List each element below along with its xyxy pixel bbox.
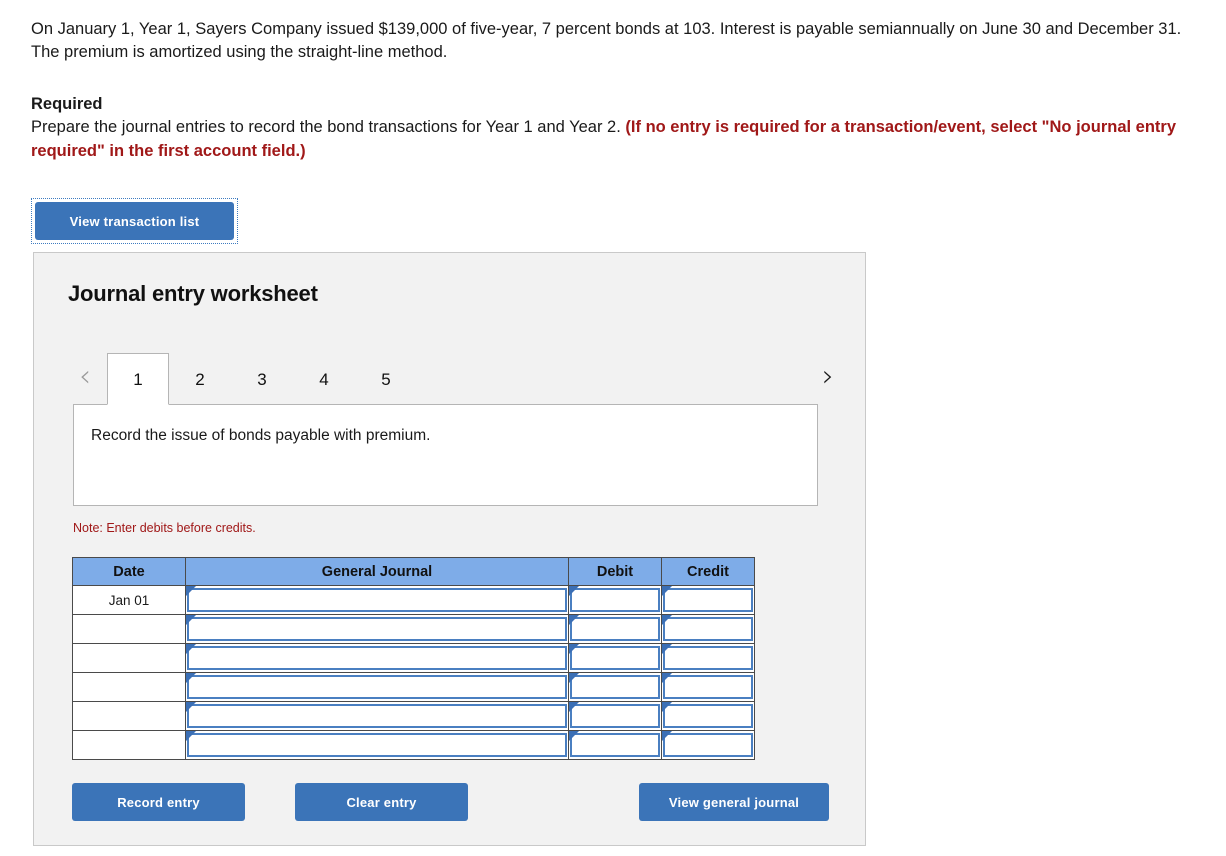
input-credit[interactable] [663,675,753,699]
table-row [72,643,755,673]
cell-general-journal[interactable] [185,672,569,702]
input-credit[interactable] [663,733,753,757]
input-general-journal[interactable] [187,617,567,641]
cell-picker-triangle-icon[interactable] [569,673,579,683]
view-transaction-list-button[interactable]: View transaction list [35,202,234,240]
cell-picker-triangle-icon[interactable] [186,586,196,596]
cell-picker-triangle-icon[interactable] [569,644,579,654]
required-heading: Required [31,95,103,113]
cell-debit[interactable] [568,672,662,702]
input-credit[interactable] [663,704,753,728]
cell-date[interactable]: Jan 01 [72,585,186,615]
column-header-date: Date [72,557,186,586]
debits-before-credits-note: Note: Enter debits before credits. [73,521,256,535]
worksheet-tab-5[interactable]: 5 [355,353,417,404]
cell-debit[interactable] [568,701,662,731]
cell-credit[interactable] [661,672,755,702]
input-debit[interactable] [570,646,660,670]
cell-debit[interactable] [568,614,662,644]
cell-picker-triangle-icon[interactable] [662,673,672,683]
table-row [72,701,755,731]
input-credit[interactable] [663,588,753,612]
cell-credit[interactable] [661,585,755,615]
input-debit[interactable] [570,675,660,699]
cell-picker-triangle-icon[interactable] [186,615,196,625]
input-credit[interactable] [663,646,753,670]
view-general-journal-button[interactable]: View general journal [639,783,829,821]
input-debit[interactable] [570,588,660,612]
cell-debit[interactable] [568,730,662,760]
journal-entry-table-body: Jan 01 [72,585,755,760]
cell-picker-triangle-icon[interactable] [569,615,579,625]
required-instruction: Prepare the journal entries to record th… [31,118,626,137]
journal-entry-table: Date General Journal Debit Credit Jan 01 [72,557,755,760]
entry-description-box: Record the issue of bonds payable with p… [73,404,818,506]
cell-picker-triangle-icon[interactable] [662,586,672,596]
table-header-row: Date General Journal Debit Credit [72,557,755,586]
cell-picker-triangle-icon[interactable] [186,644,196,654]
cell-debit[interactable] [568,585,662,615]
cell-picker-triangle-icon[interactable] [569,731,579,741]
cell-date[interactable] [72,672,186,702]
chevron-left-icon[interactable]: ‹ [72,360,98,394]
input-debit[interactable] [570,704,660,728]
input-general-journal[interactable] [187,646,567,670]
table-row: Jan 01 [72,585,755,615]
cell-date[interactable] [72,701,186,731]
cell-picker-triangle-icon[interactable] [186,702,196,712]
cell-debit[interactable] [568,643,662,673]
input-general-journal[interactable] [187,675,567,699]
worksheet-tab-4[interactable]: 4 [293,353,355,404]
cell-credit[interactable] [661,614,755,644]
cell-picker-triangle-icon[interactable] [662,731,672,741]
table-row [72,614,755,644]
problem-statement: On January 1, Year 1, Sayers Company iss… [31,20,1182,62]
input-credit[interactable] [663,617,753,641]
input-general-journal[interactable] [187,588,567,612]
cell-picker-triangle-icon[interactable] [662,615,672,625]
cell-picker-triangle-icon[interactable] [186,731,196,741]
cell-credit[interactable] [661,730,755,760]
clear-entry-button[interactable]: Clear entry [295,783,468,821]
entry-description-text: Record the issue of bonds payable with p… [91,427,431,444]
record-entry-button[interactable]: Record entry [72,783,245,821]
cell-picker-triangle-icon[interactable] [186,673,196,683]
input-debit[interactable] [570,733,660,757]
cell-picker-triangle-icon[interactable] [662,644,672,654]
cell-date[interactable] [72,730,186,760]
cell-general-journal[interactable] [185,585,569,615]
cell-general-journal[interactable] [185,701,569,731]
input-debit[interactable] [570,617,660,641]
column-header-general-journal: General Journal [185,557,569,586]
input-general-journal[interactable] [187,733,567,757]
worksheet-title: Journal entry worksheet [68,281,318,306]
cell-credit[interactable] [661,643,755,673]
cell-general-journal[interactable] [185,614,569,644]
journal-entry-worksheet-panel: Journal entry worksheet ‹ 12345 › Record… [33,252,866,846]
cell-picker-triangle-icon[interactable] [569,702,579,712]
input-general-journal[interactable] [187,704,567,728]
table-row [72,730,755,760]
cell-picker-triangle-icon[interactable] [569,586,579,596]
cell-date[interactable] [72,643,186,673]
cell-credit[interactable] [661,701,755,731]
chevron-right-icon[interactable]: › [815,360,841,394]
worksheet-tab-2[interactable]: 2 [169,353,231,404]
column-header-credit: Credit [661,557,755,586]
worksheet-tab-1[interactable]: 1 [107,353,169,405]
required-block: Required Prepare the journal entries to … [31,93,1196,163]
worksheet-tab-3[interactable]: 3 [231,353,293,404]
view-transaction-list-focus-ring: View transaction list [31,198,238,244]
cell-general-journal[interactable] [185,730,569,760]
table-row [72,672,755,702]
cell-picker-triangle-icon[interactable] [662,702,672,712]
cell-date[interactable] [72,614,186,644]
worksheet-tabs: 12345 [107,353,417,406]
column-header-debit: Debit [568,557,662,586]
cell-general-journal[interactable] [185,643,569,673]
worksheet-tabstrip: ‹ 12345 › [68,353,834,406]
